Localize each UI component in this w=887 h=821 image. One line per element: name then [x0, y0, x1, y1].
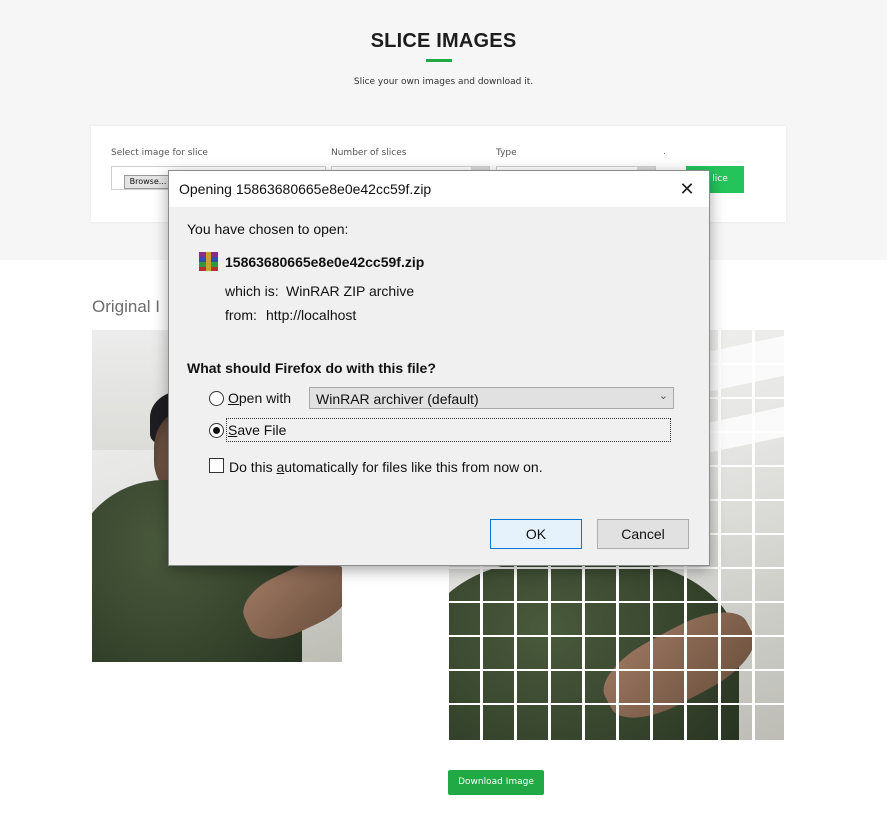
- type-label: Type: [496, 148, 517, 158]
- title-underline: [426, 59, 452, 62]
- auto-text-a: Do this: [229, 459, 277, 475]
- dot-mark: .: [663, 147, 666, 157]
- slice-line: [449, 601, 784, 603]
- download-image-button[interactable]: Download Image: [448, 770, 544, 795]
- close-icon[interactable]: ✕: [674, 178, 700, 200]
- from-label: from:: [225, 307, 257, 323]
- which-is-label: which is:: [225, 283, 279, 299]
- select-image-label: Select image for slice: [111, 148, 208, 158]
- ok-button[interactable]: OK: [490, 519, 582, 549]
- save-file-focus-ring: [226, 418, 671, 442]
- save-file-text: ave File: [237, 422, 287, 438]
- which-is-value: WinRAR ZIP archive: [286, 283, 415, 299]
- from-value: http://localhost: [266, 307, 357, 323]
- open-with-select[interactable]: WinRAR archiver (default) ⌄: [309, 387, 674, 409]
- chosen-label: You have chosen to open:: [187, 221, 349, 237]
- dialog-title: Opening 15863680665e8e0e42cc59f.zip: [179, 181, 432, 197]
- page: SLICE IMAGES Slice your own images and d…: [0, 0, 887, 821]
- page-subtitle: Slice your own images and download it.: [353, 77, 534, 87]
- original-image-heading: Original I: [92, 297, 161, 316]
- cancel-button[interactable]: Cancel: [597, 519, 689, 549]
- page-title: SLICE IMAGES: [370, 30, 517, 52]
- auto-checkbox[interactable]: [209, 458, 224, 473]
- dialog-titlebar: Opening 15863680665e8e0e42cc59f.zip ✕: [169, 171, 709, 207]
- winrar-icon: [199, 252, 218, 271]
- chevron-down-icon: ⌄: [658, 390, 668, 402]
- open-with-app: WinRAR archiver (default): [316, 391, 479, 407]
- save-file-accesskey: S: [228, 422, 238, 438]
- open-with-label[interactable]: Open with: [228, 390, 291, 406]
- auto-text-b: utomatically for files like this from no…: [284, 459, 543, 475]
- radio-selected-dot: [213, 427, 220, 434]
- save-file-label[interactable]: Save File: [228, 422, 286, 438]
- auto-checkbox-label[interactable]: Do this automatically for files like thi…: [229, 459, 543, 475]
- slice-line: [752, 330, 755, 740]
- dialog-question: What should Firefox do with this file?: [187, 360, 436, 376]
- slice-line: [449, 703, 784, 705]
- winrar-band: [206, 252, 211, 271]
- download-dialog: Opening 15863680665e8e0e42cc59f.zip ✕ Yo…: [168, 170, 710, 566]
- slice-line: [718, 330, 721, 740]
- slice-line: [449, 567, 784, 569]
- file-name: 15863680665e8e0e42cc59f.zip: [225, 254, 425, 270]
- slice-line: [449, 635, 784, 637]
- slice-line: [449, 669, 784, 671]
- browse-button[interactable]: Browse...: [124, 175, 172, 189]
- num-slices-label: Number of slices: [331, 148, 407, 158]
- open-with-text: pen with: [238, 390, 292, 406]
- open-with-accesskey: O: [228, 390, 239, 406]
- open-with-radio[interactable]: [209, 391, 224, 406]
- save-file-radio[interactable]: [209, 423, 224, 438]
